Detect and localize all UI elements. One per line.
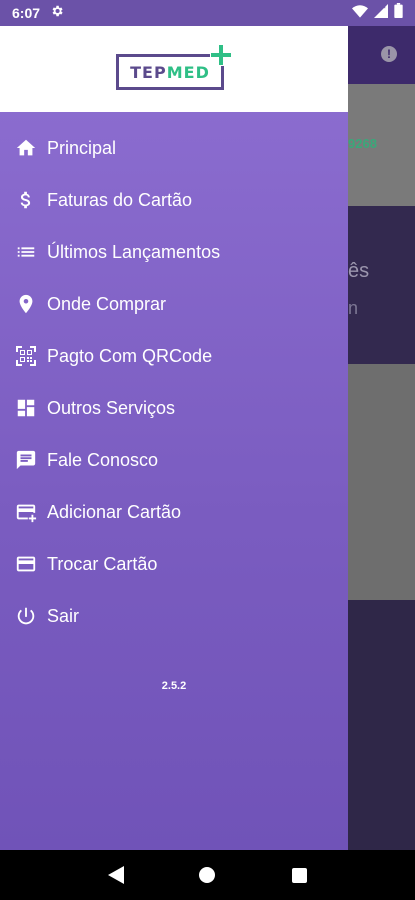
menu-item-label: Adicionar Cartão — [47, 501, 182, 522]
menu-item-onde-comprar[interactable]: Onde Comprar — [0, 278, 348, 330]
menu-item-label: Últimos Lançamentos — [47, 241, 221, 262]
app-version: 2.5.2 — [161, 680, 187, 692]
info-icon[interactable]: ! — [381, 46, 397, 62]
status-icons — [352, 3, 403, 23]
menu-item-trocar-cartao[interactable]: Trocar Cartão — [0, 538, 348, 590]
menu-item-label: Principal — [47, 137, 117, 158]
drawer-menu: Principal Faturas do Cartão Últimos Lanç… — [0, 122, 348, 642]
battery-icon — [394, 3, 403, 23]
status-bar: 6:07 — [0, 0, 415, 26]
menu-item-principal[interactable]: Principal — [0, 122, 348, 174]
navigation-drawer: TEP MED Principal Faturas do Cartão Últim… — [0, 26, 348, 850]
menu-item-outros-servicos[interactable]: Outros Serviços — [0, 382, 348, 434]
status-time: 6:07 — [12, 5, 41, 21]
dollar-icon — [14, 188, 38, 212]
menu-item-ultimos-lancamentos[interactable]: Últimos Lançamentos — [0, 226, 348, 278]
logo-text-tep: TEP — [130, 62, 167, 82]
home-icon — [14, 136, 38, 160]
recents-square-icon[interactable] — [284, 860, 314, 890]
system-nav-bar — [0, 850, 415, 900]
menu-item-label: Trocar Cartão — [47, 553, 158, 574]
menu-item-label: Faturas do Cartão — [47, 189, 193, 210]
logo-wordmark: TEP MED — [116, 54, 224, 90]
tepmed-logo: TEP MED — [116, 44, 232, 92]
home-circle-icon[interactable] — [192, 860, 222, 890]
background-partial-text-2: n — [348, 298, 359, 318]
settings-gear-icon — [50, 4, 64, 23]
logo-text-med: MED — [166, 62, 210, 82]
location-pin-icon — [14, 292, 38, 316]
menu-item-label: Outros Serviços — [47, 397, 176, 418]
chat-icon — [14, 448, 38, 472]
qrcode-icon — [14, 344, 38, 368]
signal-icon — [374, 3, 388, 23]
background-partial-number: 9268 — [348, 136, 377, 151]
menu-item-label: Sair — [47, 605, 80, 626]
dashboard-icon — [14, 396, 38, 420]
menu-item-faturas[interactable]: Faturas do Cartão — [0, 174, 348, 226]
list-icon — [14, 240, 38, 264]
background-partial-text: ês — [348, 260, 370, 282]
drawer-header: TEP MED — [0, 26, 348, 112]
menu-item-sair[interactable]: Sair — [0, 590, 348, 642]
menu-item-pagto-qrcode[interactable]: Pagto Com QRCode — [0, 330, 348, 382]
credit-card-icon — [14, 552, 38, 576]
power-icon — [14, 604, 38, 628]
wifi-icon — [352, 4, 368, 23]
menu-item-label: Pagto Com QRCode — [47, 345, 213, 366]
menu-item-label: Fale Conosco — [47, 449, 159, 470]
back-icon[interactable] — [101, 860, 131, 890]
menu-item-label: Onde Comprar — [47, 293, 167, 314]
plus-icon — [210, 44, 232, 66]
menu-item-adicionar-cartao[interactable]: Adicionar Cartão — [0, 486, 348, 538]
menu-item-fale-conosco[interactable]: Fale Conosco — [0, 434, 348, 486]
add-card-icon — [14, 500, 38, 524]
